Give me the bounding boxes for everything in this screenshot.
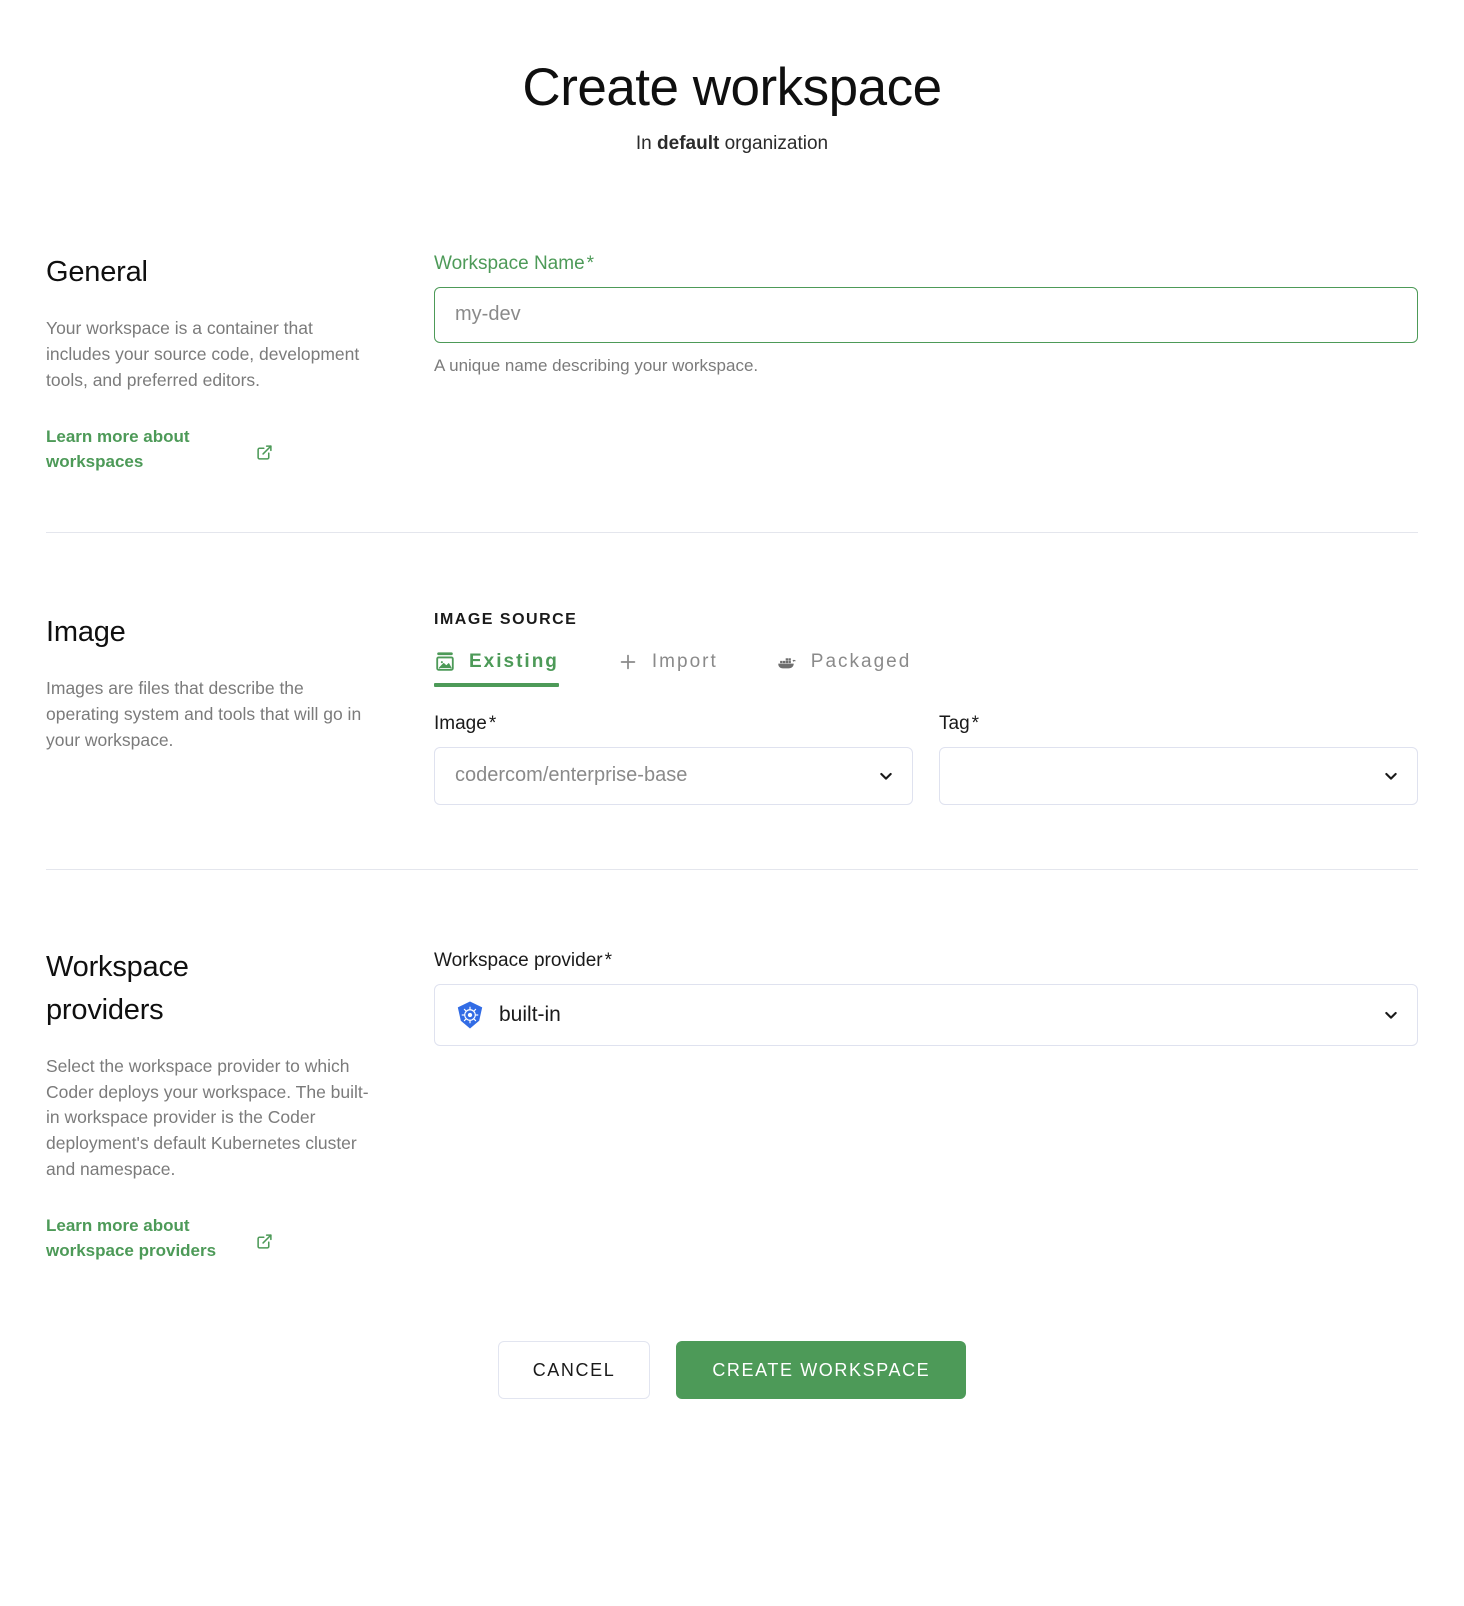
tag-select-label: Tag * [939,713,1418,735]
tag-select-label-text: Tag [939,712,970,734]
image-source-overline: IMAGE SOURCE [434,610,578,628]
create-workspace-button[interactable]: CREATE WORKSPACE [676,1341,967,1400]
page-header: Create workspace In default organization [0,0,1464,155]
workspace-name-input[interactable] [434,286,1418,343]
plus-icon [617,651,639,673]
general-learn-more-row: Learn more about workspaces [46,424,374,474]
page-title: Create workspace [522,58,942,117]
workspace-name-label: Workspace Name * [434,253,1418,275]
general-main: Workspace Name* A unique name describing… [434,251,1418,376]
form-content: General Your workspace is a container th… [0,251,1464,1400]
required-marker: * [971,712,980,734]
image-main: IMAGE SOURCE Existing Import Packaged Im… [434,611,1418,805]
subtitle-suffix: organization [724,132,829,154]
required-marker: * [586,252,595,274]
image-icon [434,651,456,673]
tab-import-label: Import [651,650,718,672]
tab-import[interactable]: Import [587,647,746,687]
create-workspace-page: Create workspace In default organization… [0,0,1464,1606]
workspace-provider-select[interactable]: built-in [434,983,1418,1046]
image-select-col: Image * codercom/enterprise-base [434,713,913,805]
chevron-down-icon [1383,768,1399,784]
external-link-icon[interactable] [256,444,273,461]
image-description: Images are files that describe the opera… [46,677,362,750]
chevron-down-icon [1383,1007,1399,1023]
section-workspace-providers: Workspace providers Select the workspace… [46,870,1418,1264]
providers-title: Workspace providers [46,950,189,1026]
providers-learn-more-row: Learn more about workspace providers [46,1213,374,1263]
section-general: General Your workspace is a container th… [46,251,1418,532]
cancel-button[interactable]: CANCEL [497,1341,651,1400]
tab-existing-label: Existing [469,650,559,672]
section-image: Image Images are files that describe the… [46,533,1418,869]
external-link-icon[interactable] [256,1233,273,1250]
image-select-label: Image * [434,713,913,735]
tab-packaged-label: Packaged [810,650,912,672]
subtitle-prefix: In [635,132,652,154]
image-select-label-text: Image [434,712,487,734]
kubernetes-icon [455,1000,485,1030]
tag-select-col: Tag * [939,713,1418,805]
workspace-name-helper: A unique name describing your workspace. [434,355,759,375]
tab-active-underline [434,682,559,687]
tag-select[interactable] [939,746,1418,805]
learn-more-workspaces-link[interactable]: Learn more about workspaces [46,424,246,474]
learn-more-workspace-providers-link[interactable]: Learn more about workspace providers [46,1213,246,1263]
chevron-down-icon [878,768,894,784]
general-aside: General Your workspace is a container th… [46,251,434,474]
general-description: Your workspace is a container that inclu… [46,317,360,390]
form-actions: CANCEL CREATE WORKSPACE [46,1341,1418,1400]
providers-description: Select the workspace provider to which C… [46,1055,369,1180]
tab-packaged[interactable]: Packaged [746,647,940,687]
workspace-provider-value: built-in [499,1002,561,1026]
providers-aside: Workspace providers Select the workspace… [46,946,434,1264]
workspace-name-label-text: Workspace Name [434,252,585,274]
general-title: General [46,255,148,288]
providers-main: Workspace provider * built-in [434,946,1418,1046]
provider-select-label-text: Workspace provider [434,949,603,971]
image-select-value: codercom/enterprise-base [455,764,688,787]
docker-whale-icon [776,651,798,673]
tab-existing[interactable]: Existing [434,647,587,687]
image-select[interactable]: codercom/enterprise-base [434,746,913,805]
image-aside: Image Images are files that describe the… [46,611,434,754]
provider-select-label: Workspace provider * [434,950,1418,972]
required-marker: * [488,712,497,734]
image-source-tabs: Existing Import Packaged [434,647,1418,687]
subtitle-organization-name: default [657,132,720,154]
required-marker: * [604,949,613,971]
image-tag-row: Image * codercom/enterprise-base Tag * [434,713,1418,805]
image-title: Image [46,615,126,648]
organization-subtitle: In default organization [0,133,1464,155]
